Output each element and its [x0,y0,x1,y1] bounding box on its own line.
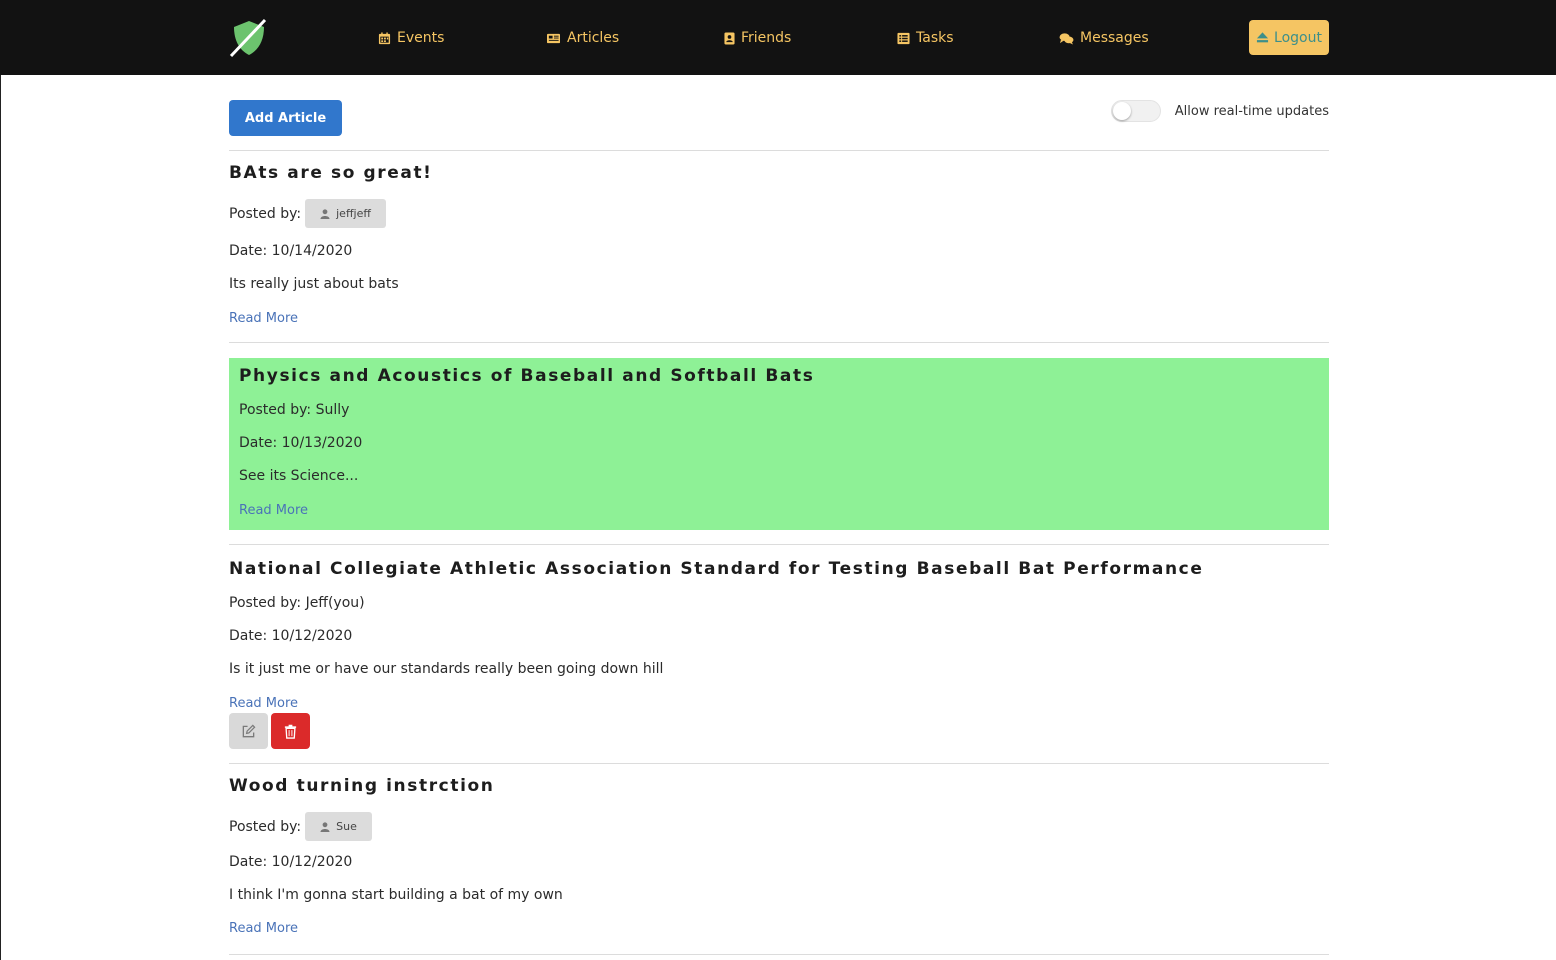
comments-icon [1059,32,1074,45]
newspaper-icon [547,33,560,43]
edit-icon [242,724,256,737]
article-date: Date: 10/14/2020 [229,243,353,259]
nav-articles-link[interactable]: Articles [546,28,619,48]
article-item: National Collegiate Athletic Association… [229,545,1329,763]
realtime-updates-control: Allow real-time updates [1110,100,1329,122]
article-date: Date: 10/12/2020 [229,854,353,870]
author-name: Sue [336,820,357,833]
nav-friends-label: Friends [741,30,792,46]
article-author-line: Posted by: Sully [239,402,350,418]
author-name: jeffjeff [336,207,371,220]
article-title: BAts are so great! [229,163,433,183]
list-icon [897,32,910,44]
article-title: National Collegiate Athletic Association… [229,559,1204,579]
article-summary: I think I'm gonna start building a bat o… [229,887,563,903]
logout-label: Logout [1274,29,1322,46]
nav-events-label: Events [397,30,445,46]
nav-tasks-link[interactable]: Tasks [897,28,954,48]
read-more-link[interactable]: Read More [239,503,308,518]
address-book-icon [724,32,735,44]
nav-tasks-label: Tasks [916,30,954,46]
user-icon [320,821,330,832]
author-chip[interactable]: jeffjeff [305,199,386,228]
shield-slash-icon[interactable] [229,18,269,58]
article-date: Date: 10/13/2020 [239,435,363,451]
article-item: BAts are so great! Posted by: jeffjeff D… [229,151,1329,342]
divider [229,342,1329,343]
delete-article-button[interactable] [271,713,310,749]
nav-articles-label: Articles [567,30,620,46]
article-summary: Is it just me or have our standards real… [229,661,664,677]
nav-friends-link[interactable]: Friends [724,28,791,48]
article-author-line: Posted by: Jeff(you) [229,595,365,611]
article-summary: See its Science... [239,468,359,484]
article-author-line: Posted by: Sue [229,812,372,841]
posted-by-label: Posted by: [229,818,302,835]
nav-messages-link[interactable]: Messages [1059,28,1149,48]
eject-icon [1256,32,1269,43]
realtime-updates-toggle[interactable] [1110,100,1161,122]
read-more-link[interactable]: Read More [229,921,298,936]
article-item: Wood turning instrction Posted by: Sue D… [229,764,1329,954]
calendar-icon [378,31,391,44]
divider [229,954,1329,955]
top-navbar: Events Articles Friends Tasks Messages L… [0,0,1556,75]
article-title: Physics and Acoustics of Baseball and So… [239,366,815,386]
author-chip[interactable]: Sue [305,812,372,841]
read-more-link[interactable]: Read More [229,696,298,711]
edit-article-button[interactable] [229,713,268,749]
read-more-link[interactable]: Read More [229,311,298,326]
nav-messages-label: Messages [1080,30,1149,46]
nav-events-link[interactable]: Events [378,28,444,48]
posted-by-label: Posted by: [229,205,302,222]
article-item-highlighted: Physics and Acoustics of Baseball and So… [229,358,1329,530]
article-author-line: Posted by: jeffjeff [229,199,386,228]
article-title: Wood turning instrction [229,776,495,796]
article-date: Date: 10/12/2020 [229,628,353,644]
realtime-updates-label: Allow real-time updates [1174,103,1329,119]
trash-icon [284,724,297,739]
navbar-inner: Events Articles Friends Tasks Messages L… [229,0,1329,75]
logout-button[interactable]: Logout [1249,20,1329,55]
add-article-button[interactable]: Add Article [229,100,342,136]
user-icon [320,208,330,219]
article-summary: Its really just about bats [229,276,399,292]
